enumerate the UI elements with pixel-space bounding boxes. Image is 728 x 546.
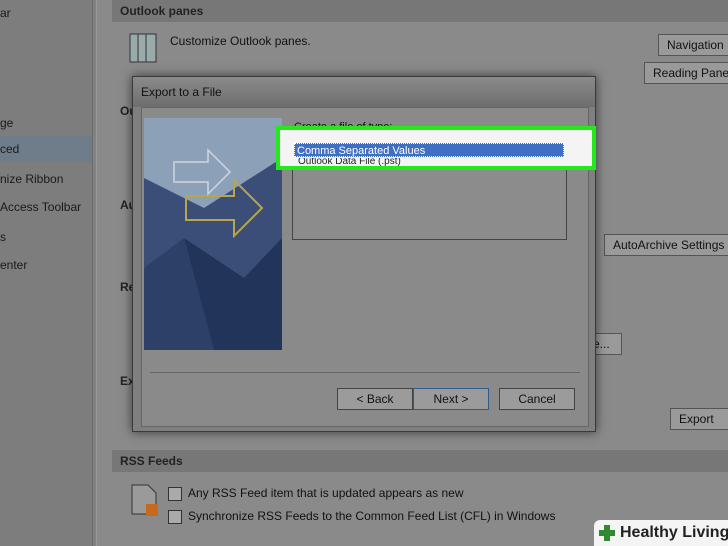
outlook-panes-description: Customize Outlook panes. [170,34,311,48]
sidebar-item-customize-ribbon[interactable]: nize Ribbon [0,166,92,192]
navigation-button[interactable]: Navigation [658,34,728,56]
options-sidebar: ar ge ced nize Ribbon Access Toolbar s e… [0,0,93,546]
sidebar-item-trust-center[interactable]: enter [0,252,92,278]
rss-updated-label: Any RSS Feed item that is updated appear… [188,486,464,500]
rss-document-icon [130,484,160,518]
sidebar-item-1[interactable]: ar [0,0,92,26]
back-button[interactable]: < Back [337,388,413,410]
dialog-divider [150,372,580,373]
sidebar-item-2[interactable]: ge [0,110,92,136]
plus-icon [598,524,616,542]
rss-updated-checkbox[interactable] [168,487,182,501]
rss-sync-checkbox[interactable] [168,510,182,524]
section-outlook-panes: Outlook panes [112,0,728,22]
panes-icon [128,32,158,64]
sidebar-item-addins[interactable]: s [0,224,92,250]
section-rss-feeds: RSS Feeds [112,450,728,472]
export-button[interactable]: Export [670,408,728,430]
autoarchive-settings-button[interactable]: AutoArchive Settings [604,234,728,256]
sidebar-item-quick-access-toolbar[interactable]: Access Toolbar [0,194,92,220]
rss-sync-label: Synchronize RSS Feeds to the Common Feed… [188,509,556,523]
reading-pane-button[interactable]: Reading Pane [644,62,728,84]
file-type-option-csv[interactable]: Comma Separated Values [294,143,564,157]
file-type-option-pst[interactable]: Outlook Data File (.pst) [298,158,401,166]
export-wizard-art [144,118,282,350]
sidebar-item-advanced[interactable]: ced [0,136,92,162]
watermark-text: Healthy Living [620,524,728,541]
next-button[interactable]: Next > [413,388,489,410]
cancel-button[interactable]: Cancel [499,388,575,410]
dialog-title: Export to a File [133,77,595,107]
